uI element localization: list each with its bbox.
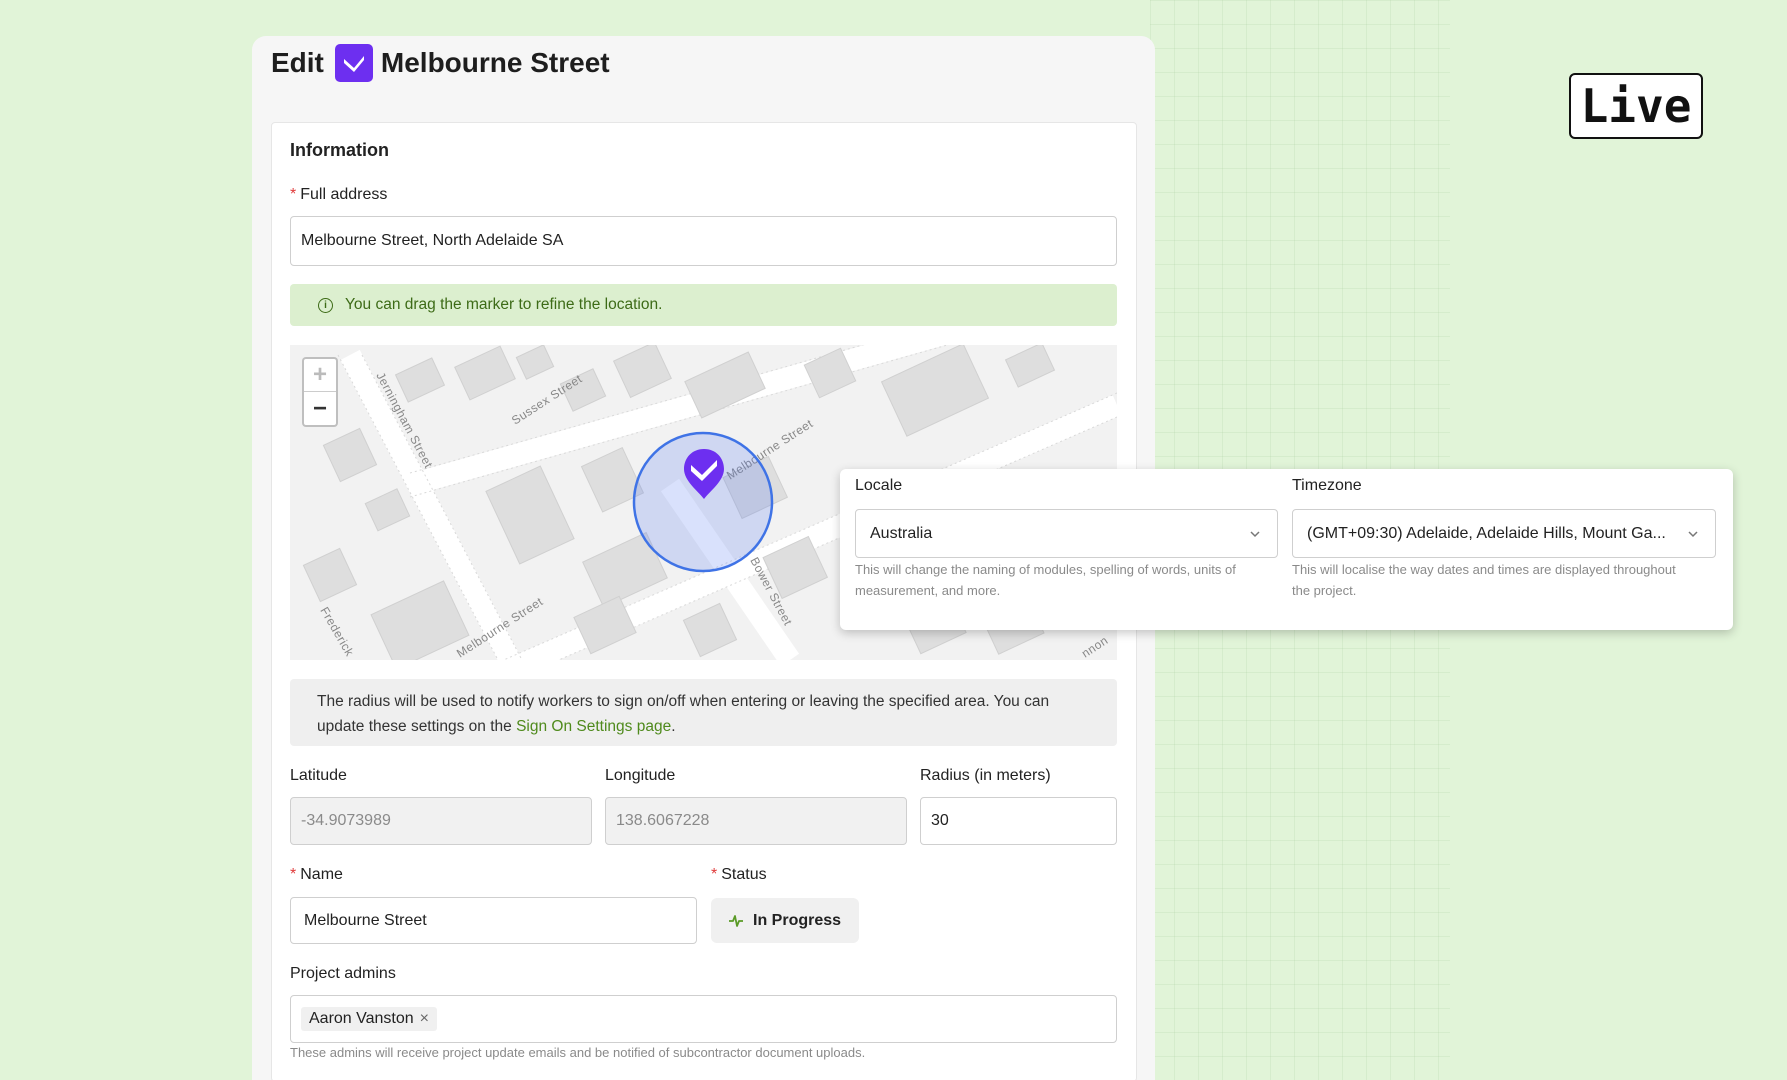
project-admins-help: These admins will receive project update… [290,1045,866,1060]
remove-tag-icon[interactable]: × [420,1010,429,1028]
timezone-select[interactable]: (GMT+09:30) Adelaide, Adelaide Hills, Mo… [1292,509,1716,558]
timezone-label: Timezone [1292,477,1362,494]
page-title: Edit Melbourne Street [271,44,610,82]
info-icon: i [318,297,333,313]
project-admins-label: Project admins [290,965,396,982]
locale-label: Locale [855,477,903,494]
radius-input[interactable]: 30 [920,797,1117,845]
live-badge: Live [1569,73,1703,139]
sign-on-settings-link[interactable]: Sign On Settings page [516,718,671,735]
locale-timezone-card: Locale Australia This will change the na… [840,469,1733,630]
longitude-input: 138.6067228 [605,797,907,845]
full-address-input[interactable]: Melbourne Street, North Adelaide SA [290,216,1117,266]
section-title: Information [290,140,389,160]
project-name-title: Melbourne Street [380,47,610,78]
required-marker: * [711,866,718,883]
locale-select[interactable]: Australia [855,509,1278,558]
required-marker: * [290,866,297,883]
location-marker-icon[interactable] [682,447,726,506]
status-dropdown[interactable]: In Progress [711,898,859,943]
project-admins-input[interactable]: Aaron Vanston × [290,995,1117,1043]
chevron-down-icon [1250,530,1260,537]
longitude-label: Longitude [605,767,676,784]
full-address-label: * Full address [290,186,388,203]
zoom-in-button[interactable]: + [304,359,336,392]
locale-help: This will change the naming of modules, … [855,562,1236,598]
latitude-input: -34.9073989 [290,797,592,845]
drag-marker-banner: i You can drag the marker to refine the … [290,284,1117,326]
zoom-out-button[interactable]: − [304,392,336,425]
name-input[interactable]: Melbourne Street [290,897,697,944]
admin-tag: Aaron Vanston × [301,1007,438,1031]
latitude-label: Latitude [290,767,347,784]
chevron-down-icon [1688,530,1698,537]
brand-check-icon [334,44,373,82]
title-prefix: Edit [271,47,324,78]
name-label: * Name [290,866,343,883]
activity-icon [729,914,743,927]
radius-label: Radius (in meters) [920,767,1051,784]
required-marker: * [290,186,297,203]
radius-info-note: The radius will be used to notify worker… [290,679,1117,746]
map-zoom-control: + − [302,357,338,427]
status-label: * Status [711,866,767,883]
timezone-help: This will localise the way dates and tim… [1292,562,1676,598]
